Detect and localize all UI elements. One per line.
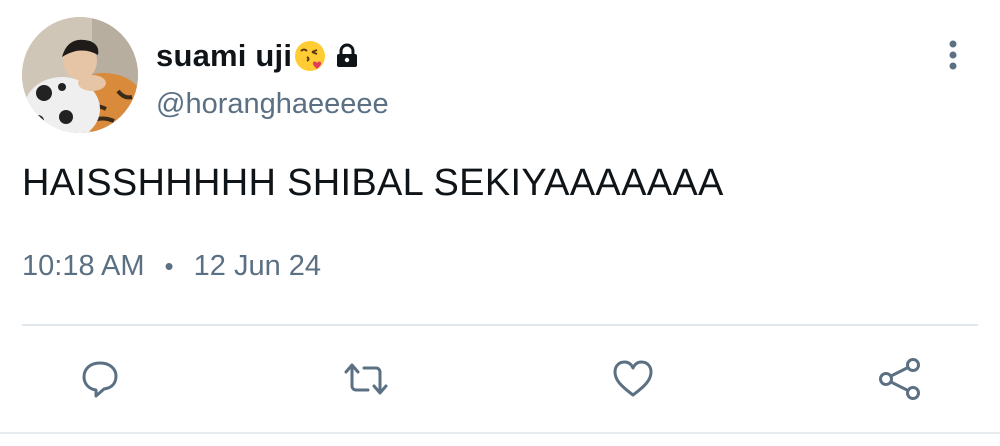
more-vertical-icon: [949, 40, 957, 70]
tweet-time: 10:18 AM: [22, 250, 145, 282]
reply-icon: [82, 361, 118, 398]
user-handle[interactable]: @horanghaeeeee: [156, 88, 389, 121]
share-icon: [879, 358, 920, 400]
tweet-date: 12 Jun 24: [193, 250, 322, 282]
more-options-button[interactable]: [938, 38, 968, 74]
reply-button[interactable]: [76, 355, 124, 403]
share-button[interactable]: [876, 355, 924, 403]
divider: [22, 324, 978, 326]
bottom-divider: [0, 432, 1000, 434]
retweet-button[interactable]: [342, 355, 390, 403]
avatar[interactable]: [22, 17, 138, 133]
retweet-icon: [344, 363, 388, 395]
separator-dot: •: [164, 251, 174, 281]
like-button[interactable]: [609, 355, 657, 403]
display-name[interactable]: suami uji: [156, 38, 292, 74]
tweet-card: suami uji @horanghaeeeee HAISSHHHHH SHIB…: [0, 0, 1000, 446]
lock-icon: [335, 43, 359, 69]
tweet-text: HAISSHHHHH SHIBAL SEKIYAAAAAAA: [22, 162, 724, 204]
avatar-photo: [22, 17, 138, 133]
display-name-row: suami uji: [156, 34, 359, 78]
heart-icon: [613, 360, 653, 397]
face-blowing-a-kiss-emoji-icon: [293, 39, 327, 73]
tweet-timestamp[interactable]: 10:18 AM • 12 Jun 24: [22, 250, 321, 283]
